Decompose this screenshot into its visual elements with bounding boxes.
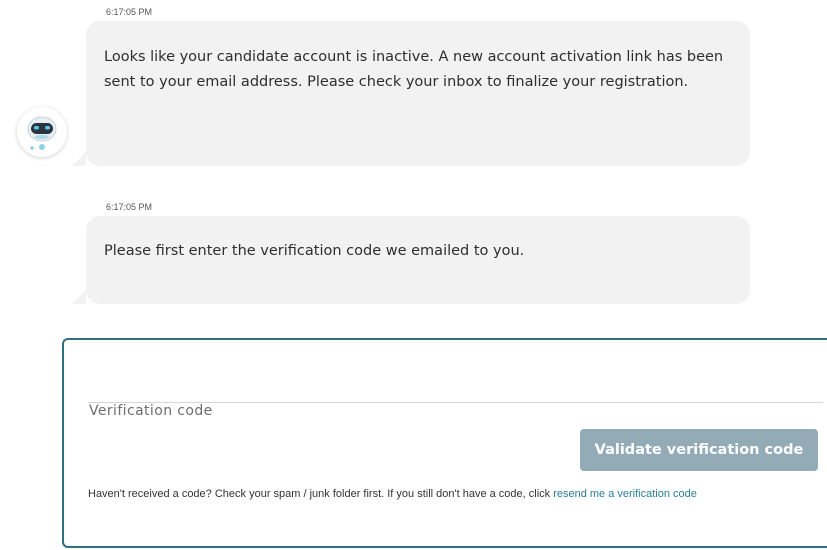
bot-message-text: Looks like your candidate account is ina… (104, 49, 724, 90)
verification-code-label: Verification code (89, 403, 213, 419)
help-text-body: Haven't received a code? Check your spam… (88, 488, 554, 500)
resend-code-link[interactable]: resend me a verification code (553, 488, 697, 500)
robot-icon (27, 116, 57, 150)
bot-message-bubble: Looks like your candidate account is ina… (72, 21, 750, 166)
validate-verification-code-button[interactable]: Validate verification code (580, 429, 818, 471)
verification-code-input[interactable] (88, 374, 823, 403)
help-text: Haven't received a code? Check your spam… (88, 482, 808, 507)
bot-message-text: Please first enter the verification code… (104, 243, 525, 259)
bot-avatar (17, 107, 67, 157)
message-timestamp: 6:17:05 PM (106, 202, 153, 212)
message-timestamp: 6:17:05 PM (106, 7, 153, 17)
verification-card: Verification code Validate verification … (62, 338, 827, 548)
bot-message-bubble: Please first enter the verification code… (72, 216, 750, 304)
